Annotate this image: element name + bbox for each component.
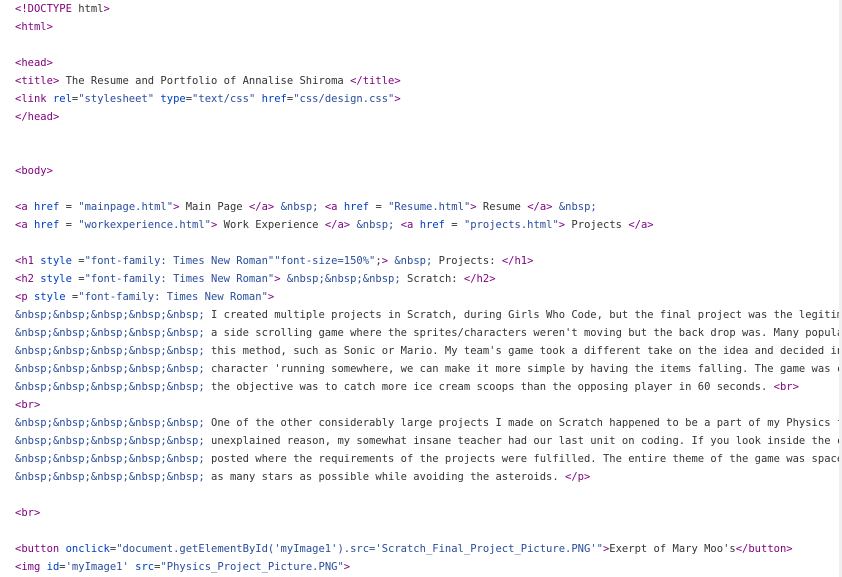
code-line: <img id='myImage1' src="Physics_Project_… (15, 561, 351, 573)
code-line: <a href = "workexperience.html"> Work Ex… (15, 219, 654, 231)
code-line: &nbsp;&nbsp;&nbsp;&nbsp;&nbsp; this meth… (15, 345, 842, 357)
code-line: &nbsp;&nbsp;&nbsp;&nbsp;&nbsp; posted wh… (15, 453, 842, 465)
code-line: <body> (15, 165, 53, 177)
code-line: <button onclick="document.getElementById… (15, 543, 793, 555)
code-line: <p style ="font-family: Times New Roman"… (15, 291, 275, 303)
code-listing: <!DOCTYPE html> <html> <head> <title> The R… (15, 0, 842, 576)
code-line: &nbsp;&nbsp;&nbsp;&nbsp;&nbsp; a side sc… (15, 327, 842, 339)
code-line: &nbsp;&nbsp;&nbsp;&nbsp;&nbsp; the objec… (15, 381, 799, 393)
code-line: <title> The Resume and Portfolio of Anna… (15, 75, 401, 87)
code-line: <link rel="stylesheet" type="text/css" h… (15, 93, 401, 105)
code-line: &nbsp;&nbsp;&nbsp;&nbsp;&nbsp; unexplain… (15, 435, 842, 447)
source-code-viewer: <!DOCTYPE html> <html> <head> <title> The R… (0, 0, 842, 577)
code-line: <br> (15, 507, 41, 519)
code-line: &nbsp;&nbsp;&nbsp;&nbsp;&nbsp; One of th… (15, 417, 842, 429)
code-line: <html> (15, 21, 53, 33)
code-line: <h1 style ="font-family: Times New Roman… (15, 255, 534, 267)
code-line: <a href = "mainpage.html"> Main Page </a… (15, 201, 597, 213)
code-line: &nbsp;&nbsp;&nbsp;&nbsp;&nbsp; I created… (15, 309, 842, 321)
code-line: <br> (15, 399, 41, 411)
code-line: <!DOCTYPE html> (15, 3, 110, 15)
code-line: </head> (15, 111, 60, 123)
code-line: <h2 style ="font-family: Times New Roman… (15, 273, 496, 285)
code-line: &nbsp;&nbsp;&nbsp;&nbsp;&nbsp; as many s… (15, 471, 591, 483)
code-line: &nbsp;&nbsp;&nbsp;&nbsp;&nbsp; character… (15, 363, 842, 375)
code-line: <head> (15, 57, 53, 69)
